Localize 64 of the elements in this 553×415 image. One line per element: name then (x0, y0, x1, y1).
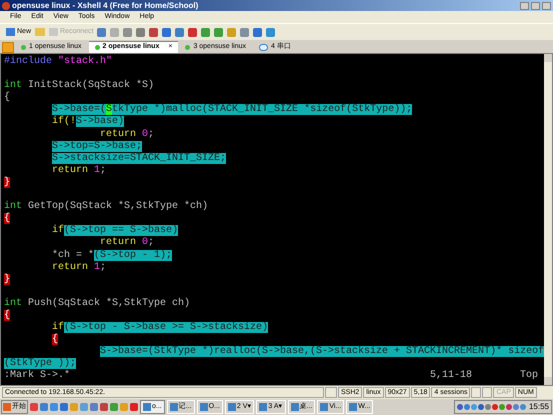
code-text: "stack.h" (58, 56, 112, 67)
cursor: S (106, 104, 112, 116)
code-text: return (52, 262, 88, 273)
code-text: Push(SqStack *S,StkType ch) (27, 298, 190, 309)
app-icon (170, 403, 178, 411)
scrollbar[interactable] (544, 54, 552, 385)
code-text: GetTop(SqStack *S,StkType *ch) (27, 201, 208, 212)
code-text: 0 (141, 237, 148, 248)
code-text: return (100, 237, 136, 248)
code-text: S->base=( (52, 104, 106, 116)
code-text: ; (100, 164, 106, 176)
close-button[interactable] (542, 2, 551, 10)
code-text: return (52, 164, 88, 176)
app-icon (2, 2, 10, 10)
code-text: ; (148, 237, 154, 248)
code-text: { (4, 213, 10, 224)
code-text: S->base=(StkType *)realloc(S->base,(S->stacksize + STACKINCREMENT)* sizeof (100, 346, 544, 358)
code-text: ; (100, 262, 106, 273)
window-title: opensuse linux - Xshell 4 (Free for Home/School) (12, 0, 200, 12)
chat-bubble-icon (258, 44, 268, 50)
code-text: if(! (52, 116, 76, 128)
code-text: if (52, 225, 64, 236)
code-text: { (52, 334, 58, 346)
minimize-button[interactable] (520, 2, 529, 10)
cursor-position: 5,11-18 (430, 370, 474, 383)
code-text: tkType *)malloc(STACK_INIT_SIZE *sizeof(StkType)); (112, 104, 412, 116)
code-text: return (100, 128, 136, 140)
app-icon (259, 403, 268, 411)
code-text: 0 (141, 128, 148, 140)
code-text: } (4, 274, 10, 285)
code-text: 1 (93, 164, 100, 176)
code-text: *ch = * (52, 250, 94, 260)
maximize-button[interactable] (531, 2, 540, 10)
scroll-position: Top (520, 370, 538, 383)
code-text: } (4, 176, 10, 188)
code-text: (StkType )); (4, 358, 76, 370)
code-text: { (4, 310, 10, 321)
status-panel (482, 387, 492, 398)
code-text: S->stacksize=STACK_INIT_SIZE; (52, 152, 226, 164)
clock: 15:55 (528, 401, 549, 413)
code-text: { (4, 92, 10, 104)
app-icon (143, 403, 151, 411)
code-text: 1 (93, 262, 100, 273)
status-panel (325, 387, 337, 398)
code-text: ; (148, 128, 154, 140)
app-icon (200, 403, 208, 411)
code-text: InitStack(SqStack *S) (27, 80, 154, 92)
code-text: int (4, 201, 22, 212)
add-tab-button[interactable] (2, 42, 14, 53)
command-line: :Mark S->.* (4, 370, 72, 383)
code-text: S->base) (76, 116, 124, 128)
app-icon (228, 403, 236, 411)
code-text: int (4, 80, 22, 92)
app-icon (349, 403, 358, 411)
code-text: (S->top - S->base >= S->stacksize) (64, 322, 268, 334)
code-text: int (4, 298, 22, 309)
app-icon (290, 403, 298, 411)
code-text: #include (4, 56, 54, 67)
status-panel (471, 387, 482, 398)
code-text: (S->top - 1); (94, 250, 172, 260)
app-icon (320, 403, 328, 411)
code-text: if (52, 322, 64, 334)
code-text: S->top=S->base; (52, 140, 142, 152)
code-text: (S->top == S->base) (64, 225, 178, 236)
